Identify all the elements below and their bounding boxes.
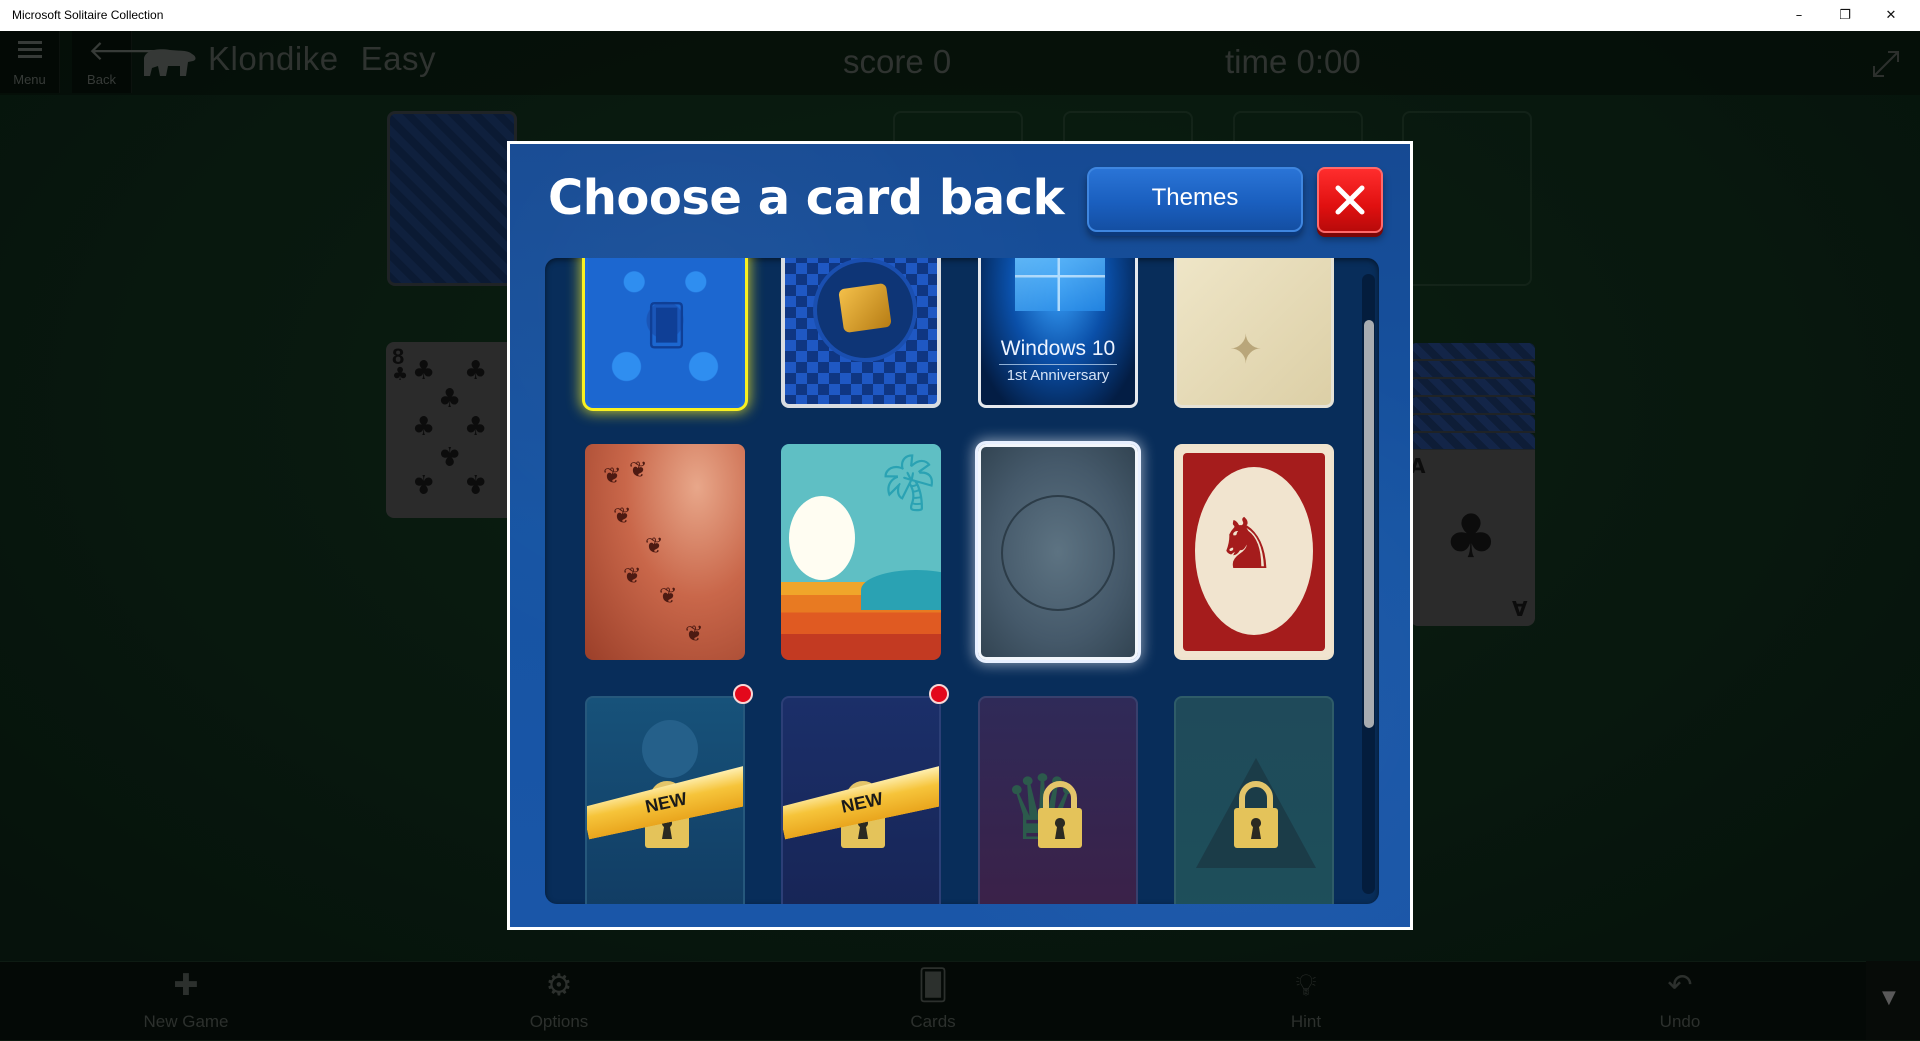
restore-button[interactable]: ❐ — [1822, 0, 1868, 31]
card-back-dialog: Choose a card back Themes 🂠 Windows 10 1… — [507, 141, 1413, 930]
close-dialog-button[interactable] — [1317, 167, 1383, 233]
window-title: Microsoft Solitaire Collection — [12, 8, 164, 22]
card-back-grid: 🂠 Windows 10 1st Anniversary ❦ ❦ ❦ ❦ ❦ ❦… — [545, 258, 1379, 904]
card-back-option[interactable]: Windows 10 1st Anniversary — [978, 258, 1138, 408]
new-badge-label: NEW — [643, 788, 689, 817]
lock-icon — [1234, 781, 1278, 848]
close-icon — [1335, 185, 1365, 215]
windows-logo-icon — [1015, 258, 1105, 311]
cards-emblem-icon — [813, 258, 917, 362]
sun-icon — [789, 496, 855, 580]
medallion-icon — [1001, 495, 1115, 611]
scrollbar-thumb[interactable] — [1364, 320, 1374, 728]
lock-icon — [1038, 781, 1082, 848]
notification-dot — [733, 684, 753, 704]
card-back-option-locked[interactable] — [1174, 696, 1334, 904]
card-back-option-locked[interactable]: NEW — [781, 696, 941, 904]
card-back-option-locked[interactable]: ♛ — [978, 696, 1138, 904]
new-badge-label: NEW — [839, 788, 885, 817]
window-titlebar: Microsoft Solitaire Collection – ❐ ✕ — [0, 0, 1920, 31]
notification-dot — [929, 684, 949, 704]
moon-icon — [642, 720, 698, 778]
card-back-option[interactable]: ❦ ❦ ❦ ❦ ❦ ❦ ❦ — [585, 444, 745, 660]
dialog-title: Choose a card back — [548, 170, 1065, 226]
card-back-option[interactable] — [781, 258, 941, 408]
minimize-icon: – — [1795, 8, 1803, 23]
restore-icon: ❐ — [1839, 8, 1851, 23]
close-icon: ✕ — [1885, 8, 1897, 23]
card-back-caption: Windows 10 — [1000, 337, 1116, 360]
card-back-option[interactable] — [978, 444, 1138, 660]
scrollbar[interactable] — [1362, 274, 1375, 894]
horse-rider-icon: ♞ — [1215, 503, 1278, 585]
themes-button[interactable]: Themes — [1087, 167, 1303, 232]
card-back-option[interactable]: 🌴︎ — [781, 444, 941, 660]
island-icon — [861, 570, 941, 610]
card-back-subcaption: 1st Anniversary — [1006, 367, 1110, 384]
cards-icon: 🂠 — [646, 303, 687, 349]
card-back-option[interactable]: 🂠 — [585, 258, 745, 408]
close-window-button[interactable]: ✕ — [1868, 0, 1914, 31]
palm-tree-icon: 🌴︎ — [873, 451, 941, 516]
card-back-option[interactable]: ♞ — [1174, 444, 1334, 660]
divider — [999, 364, 1117, 365]
card-back-option[interactable] — [1174, 258, 1334, 408]
minimize-button[interactable]: – — [1776, 0, 1822, 31]
card-back-option-locked[interactable]: NEW — [585, 696, 745, 904]
